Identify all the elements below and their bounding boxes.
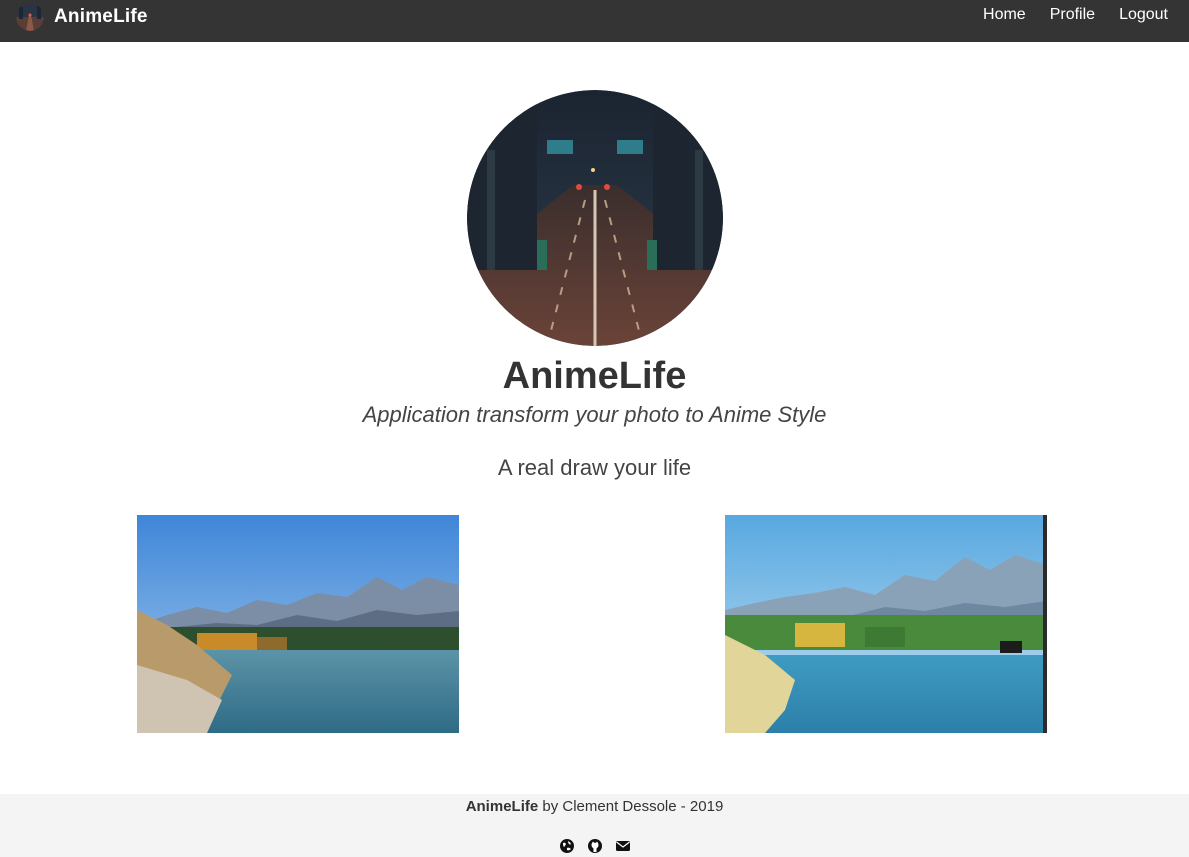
- brand[interactable]: AnimeLife: [16, 0, 148, 34]
- footer-credit: AnimeLife by Clement Dessole - 2019: [0, 798, 1189, 816]
- github-icon[interactable]: [587, 838, 603, 854]
- anime-style-photo: [725, 515, 1047, 733]
- globe-icon[interactable]: [559, 838, 575, 854]
- hero-section: AnimeLife Application transform your pho…: [0, 90, 1189, 482]
- nav-home-link[interactable]: Home: [983, 6, 1026, 24]
- original-photo: [137, 515, 459, 733]
- nav-logout-link[interactable]: Logout: [1119, 6, 1168, 24]
- page-tagline: A real draw your life: [497, 455, 692, 480]
- envelope-icon[interactable]: [615, 838, 631, 854]
- footer-social-icons: [0, 838, 1189, 854]
- page-subtitle: Application transform your photo to Anim…: [362, 402, 827, 427]
- footer-brand: AnimeLife: [465, 798, 539, 815]
- brand-logo: [16, 3, 44, 31]
- page-title: AnimeLife: [502, 355, 687, 397]
- nav-profile-link[interactable]: Profile: [1050, 6, 1095, 24]
- footer-credit-text: by Clement Dessole - 2019: [538, 798, 724, 815]
- nav-links: Home Profile Logout: [959, 6, 1168, 24]
- footer: AnimeLife by Clement Dessole - 2019: [0, 794, 1189, 857]
- hero-avatar-image: [466, 90, 723, 346]
- brand-name: AnimeLife: [54, 6, 148, 27]
- navbar: AnimeLife Home Profile Logout: [0, 0, 1189, 42]
